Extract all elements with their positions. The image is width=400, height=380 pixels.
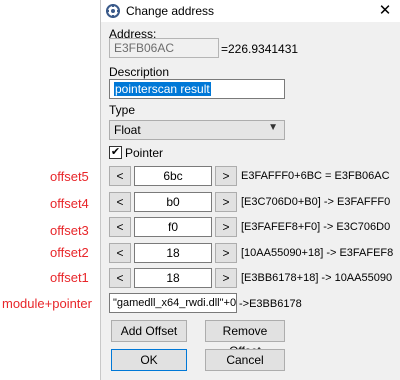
description-field[interactable]: pointerscan result <box>109 79 285 99</box>
annotation-offset5: offset5 <box>50 169 89 184</box>
type-select[interactable]: Float ▼ <box>109 120 285 140</box>
annotation-offset4: offset4 <box>50 196 89 211</box>
offset5-input[interactable]: 6bc <box>134 166 212 186</box>
offset2-input[interactable]: 18 <box>134 243 212 263</box>
offset5-decrease-button[interactable]: < <box>109 166 131 186</box>
offset5-result: E3FAFFF0+6BC = E3FB06AC <box>241 170 390 182</box>
offset2-decrease-button[interactable]: < <box>109 243 131 263</box>
description-label: Description <box>109 65 170 79</box>
offset4-increase-button[interactable]: > <box>215 192 237 212</box>
type-selected-value: Float <box>114 123 141 137</box>
add-offset-button[interactable]: Add Offset <box>111 320 187 342</box>
type-label: Type <box>109 103 136 117</box>
annotation-offset3: offset3 <box>50 223 89 238</box>
change-address-dialog: Change address ✕ Address: E3FB06AC =226.… <box>100 0 400 380</box>
address-field[interactable]: E3FB06AC <box>109 38 219 58</box>
offset4-input[interactable]: b0 <box>134 192 212 212</box>
offset3-result: [E3FAFEF8+F0] -> E3C706D0 <box>241 221 391 233</box>
offset2-result: [10AA55090+18] -> E3FAFEF8 <box>241 247 394 259</box>
cancel-button[interactable]: Cancel <box>205 349 285 371</box>
description-selected-text: pointerscan result <box>114 82 211 96</box>
offset4-result: [E3C706D0+B0] -> E3FAFFF0 <box>241 196 391 208</box>
offset1-result: [E3BB6178+18] -> 10AA55090 <box>241 272 393 284</box>
annotation-offset2: offset2 <box>50 245 89 260</box>
address-computed-value: =226.9341431 <box>221 42 299 56</box>
window-title: Change address <box>126 4 215 18</box>
annotation-module-pointer: module+pointer <box>2 296 92 311</box>
annotation-offset1: offset1 <box>50 270 89 285</box>
pointer-label: Pointer <box>125 146 164 160</box>
base-address-result: ->E3BB6178 <box>239 298 302 310</box>
title-bar[interactable]: Change address ✕ <box>101 0 400 22</box>
remove-offset-button[interactable]: Remove Offset <box>205 320 285 358</box>
offset5-increase-button[interactable]: > <box>215 166 237 186</box>
base-address-input[interactable]: "gamedll_x64_rwdi.dll"+0' <box>109 293 237 313</box>
offset3-decrease-button[interactable]: < <box>109 217 131 237</box>
chevron-down-icon: ▼ <box>268 122 278 133</box>
offset1-increase-button[interactable]: > <box>215 268 237 288</box>
ok-button[interactable]: OK <box>111 349 187 371</box>
cheat-engine-icon <box>106 4 120 18</box>
offset1-input[interactable]: 18 <box>134 268 212 288</box>
offset1-decrease-button[interactable]: < <box>109 268 131 288</box>
offset2-increase-button[interactable]: > <box>215 243 237 263</box>
pointer-checkbox[interactable]: ✔ <box>109 146 122 159</box>
offset3-increase-button[interactable]: > <box>215 217 237 237</box>
close-icon[interactable]: ✕ <box>369 0 400 22</box>
offset4-decrease-button[interactable]: < <box>109 192 131 212</box>
offset3-input[interactable]: f0 <box>134 217 212 237</box>
